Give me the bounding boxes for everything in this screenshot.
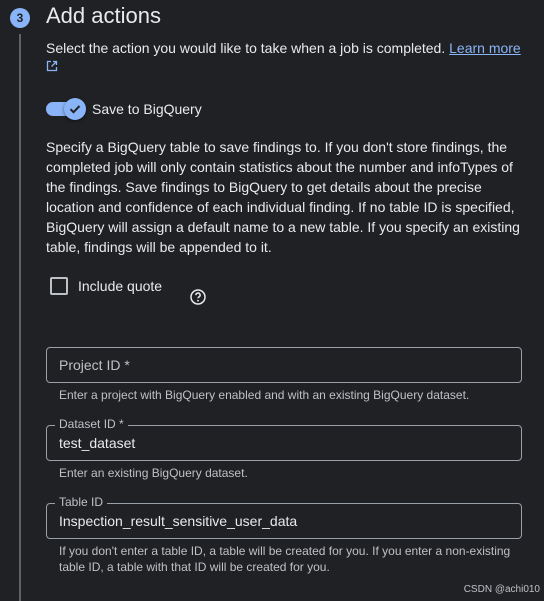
table-id-hint: If you don't enter a table ID, a table w… bbox=[59, 544, 511, 574]
bigquery-description: Specify a BigQuery table to save finding… bbox=[46, 139, 520, 255]
check-icon bbox=[69, 105, 81, 114]
intro-description: Select the action you would like to take… bbox=[46, 38, 526, 58]
project-id-input[interactable] bbox=[59, 348, 509, 382]
include-quote-checkbox[interactable] bbox=[50, 277, 68, 295]
toggle-thumb bbox=[64, 98, 86, 120]
dataset-id-field: Dataset ID * bbox=[46, 417, 522, 461]
help-circle-icon[interactable] bbox=[189, 288, 207, 306]
table-id-field: Table ID bbox=[46, 495, 522, 539]
dataset-id-hint: Enter an existing BigQuery dataset. bbox=[59, 466, 248, 480]
watermark: CSDN @achi010 bbox=[463, 584, 540, 595]
project-id-field bbox=[46, 347, 522, 383]
dataset-id-input[interactable] bbox=[59, 426, 509, 460]
include-quote-row: Include quote bbox=[50, 277, 162, 295]
save-to-bigquery-toggle[interactable] bbox=[46, 98, 86, 120]
project-id-hint: Enter a project with BigQuery enabled an… bbox=[59, 388, 470, 402]
include-quote-label: Include quote bbox=[78, 278, 163, 294]
step-number-badge: 3 bbox=[10, 8, 30, 28]
section-title: Add actions bbox=[46, 3, 161, 28]
learn-more-link[interactable]: Learn more bbox=[449, 40, 521, 56]
save-to-bigquery-label: Save to BigQuery bbox=[92, 101, 202, 117]
step-connector-line bbox=[19, 34, 21, 601]
table-id-input[interactable] bbox=[59, 504, 509, 538]
open-in-new-icon[interactable] bbox=[46, 60, 58, 72]
intro-text: Select the action you would like to take… bbox=[46, 40, 446, 56]
save-to-bigquery-row: Save to BigQuery bbox=[46, 98, 202, 120]
